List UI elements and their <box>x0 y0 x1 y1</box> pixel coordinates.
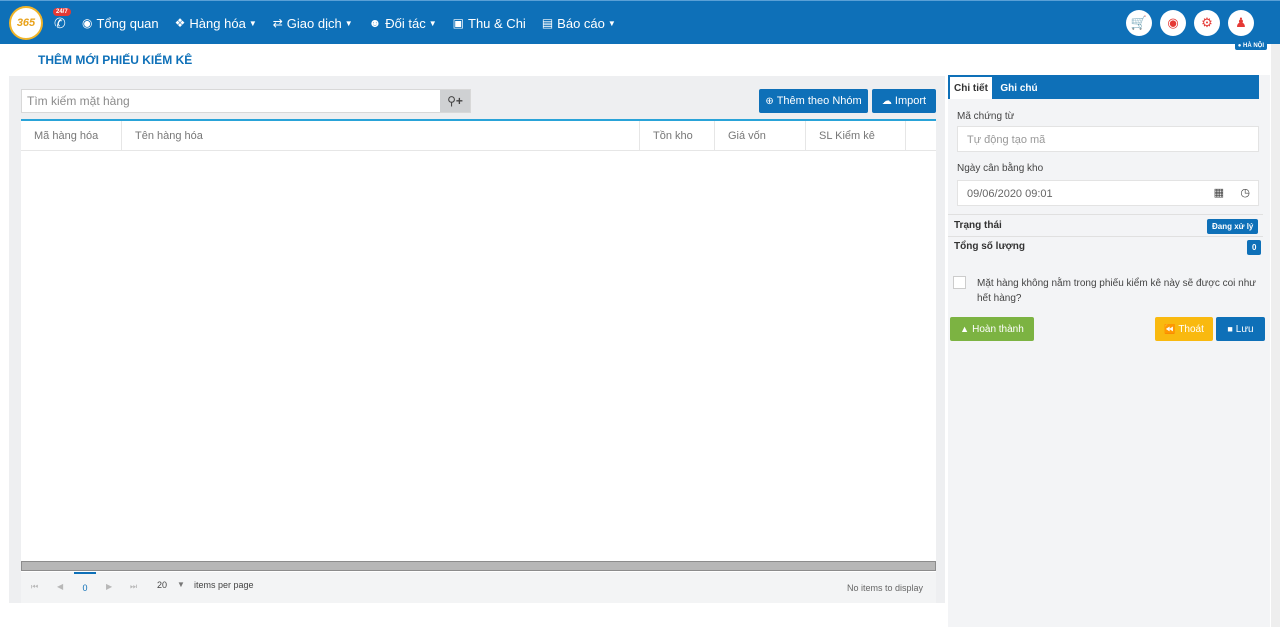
date-field[interactable]: 09/06/2020 09:01 ▦ ◷ <box>957 180 1259 206</box>
empty-text: No items to display <box>846 583 923 593</box>
clock-icon[interactable]: ◷ <box>1240 186 1250 199</box>
date-value: 09/06/2020 09:01 <box>967 188 1053 200</box>
save-label: Lưu <box>1235 323 1254 335</box>
logo-text: 365 <box>16 17 36 29</box>
nav-bao-cao[interactable]: ▤ Báo cáo ▼ <box>542 16 616 31</box>
cubes-icon: ❖ <box>174 16 186 30</box>
hotline-badge: 24/7 <box>53 8 71 16</box>
save-icon: ■ <box>1227 324 1233 334</box>
dashboard-icon: ◉ <box>82 16 93 30</box>
nav-label: Báo cáo <box>557 15 605 31</box>
divider <box>948 236 1263 237</box>
page-title: THÊM MỚI PHIẾU KIỂM KÊ <box>38 53 193 67</box>
navbar-actions: 🛒 ◉ ⚙ ♟ <box>1118 10 1254 36</box>
complete-button[interactable]: ▲ Hoàn thành <box>950 317 1034 341</box>
plus-icon: + <box>455 94 463 108</box>
main-nav: ◉ Tổng quan ❖ Hàng hóa ▼ ⇄ Giao dịch ▼ ☻… <box>82 1 632 45</box>
per-page-label: items per page <box>194 580 254 590</box>
nav-hang-hoa[interactable]: ❖ Hàng hóa ▼ <box>175 16 257 31</box>
caret-down-icon: ▼ <box>344 18 353 28</box>
items-panel: ⚲+ ⊕ Thêm theo Nhóm ☁ Import Mã hàng hóa… <box>9 76 945 603</box>
search-add-button[interactable]: ⚲ + <box>440 90 470 112</box>
save-button[interactable]: ■ Lưu <box>1216 317 1265 341</box>
caret-down-icon: ▼ <box>428 18 437 28</box>
status-label: Trạng thái <box>954 220 1002 231</box>
region-label: HÀ NỘI <box>1243 43 1264 49</box>
caret-down-icon: ▼ <box>607 18 616 28</box>
location-pin-icon[interactable]: ◉ <box>1160 10 1186 36</box>
tab-chi-tiet[interactable]: Chi tiết <box>950 77 992 99</box>
doc-code-field[interactable]: Tự động tạo mã <box>957 126 1259 152</box>
total-qty-label: Tổng số lượng <box>954 241 1026 252</box>
phone-icon[interactable]: ✆ <box>54 15 66 32</box>
user-icon[interactable]: ♟ <box>1228 10 1254 36</box>
divider <box>948 214 1263 215</box>
exit-button[interactable]: ⏪ Thoát <box>1155 317 1213 341</box>
calendar-icon[interactable]: ▦ <box>1214 186 1224 199</box>
detail-panel: Chi tiết Ghi chú Mã chứng từ Tự động tạo… <box>948 75 1270 627</box>
nav-label: Thu & Chi <box>468 15 526 31</box>
top-navbar: 365 ✆ 24/7 ◉ Tổng quan ❖ Hàng hóa ▼ ⇄ Gi… <box>0 0 1280 44</box>
total-qty-badge: 0 <box>1247 240 1262 255</box>
inventory-grid: Mã hàng hóa Tên hàng hóa Tồn kho Giá vốn… <box>21 119 936 603</box>
nav-thu-chi[interactable]: ▣ Thu & Chi <box>453 16 526 31</box>
nav-tong-quan[interactable]: ◉ Tổng quan <box>82 16 159 31</box>
current-page[interactable]: 0 <box>74 572 96 598</box>
plus-circle-icon: ⊕ <box>765 95 774 107</box>
last-page-icon[interactable]: ⏭ <box>130 582 137 592</box>
product-search: ⚲+ <box>21 89 471 113</box>
page-scrollbar[interactable] <box>1271 44 1280 627</box>
import-label: Import <box>894 95 927 107</box>
users-icon: ☻ <box>368 16 382 30</box>
add-by-group-label: Thêm theo Nhóm <box>776 95 862 107</box>
horizontal-scrollbar[interactable] <box>21 561 936 571</box>
search-icon: ⚲ <box>447 94 456 108</box>
cart-icon[interactable]: 🛒 <box>1126 10 1152 36</box>
nav-label: Đối tác <box>385 15 426 31</box>
caret-down-icon[interactable]: ▼ <box>177 580 185 589</box>
column-header-name[interactable]: Tên hàng hóa <box>122 121 640 150</box>
gear-icon[interactable]: ⚙ <box>1194 10 1220 36</box>
cloud-upload-icon: ☁ <box>881 95 892 107</box>
region-badge[interactable]: ● HÀ NỘI <box>1234 42 1267 50</box>
exit-label: Thoát <box>1178 323 1204 335</box>
status-badge: Đang xử lý <box>1207 219 1259 234</box>
grid-header: Mã hàng hóa Tên hàng hóa Tồn kho Giá vốn… <box>21 121 936 151</box>
nav-label: Hàng hóa <box>189 15 246 31</box>
import-button[interactable]: ☁ Import <box>872 89 936 113</box>
bar-chart-icon: ▤ <box>541 16 554 30</box>
caret-down-icon: ▼ <box>248 18 257 28</box>
app-logo[interactable]: 365 <box>9 6 43 40</box>
page-size-select[interactable]: 20 <box>157 580 167 590</box>
first-page-icon[interactable]: ⏮ <box>31 582 38 592</box>
doc-code-label: Mã chứng từ <box>957 111 1015 122</box>
backward-icon: ⏪ <box>1164 323 1176 334</box>
next-page-icon[interactable]: ▶ <box>106 582 112 591</box>
exchange-icon: ⇄ <box>272 16 283 30</box>
column-header-code[interactable]: Mã hàng hóa <box>21 121 122 150</box>
date-label: Ngày cân bằng kho <box>957 163 1044 174</box>
nav-giao-dich[interactable]: ⇄ Giao dịch ▼ <box>273 16 353 31</box>
column-header-cost[interactable]: Giá vốn <box>715 121 806 150</box>
thumbs-up-icon: ▲ <box>960 324 970 334</box>
detail-tabs: Chi tiết Ghi chú <box>948 75 1259 99</box>
nav-doi-tac[interactable]: ☻ Đối tác ▼ <box>369 16 437 31</box>
column-header-stock[interactable]: Tồn kho <box>640 121 715 150</box>
money-icon: ▣ <box>452 16 465 30</box>
out-of-stock-checkbox[interactable] <box>953 276 966 289</box>
complete-label: Hoàn thành <box>972 323 1024 335</box>
out-of-stock-text: Mặt hàng không nằm trong phiếu kiểm kê n… <box>977 278 1256 304</box>
tab-ghi-chu[interactable]: Ghi chú <box>996 77 1042 99</box>
nav-label: Tổng quan <box>96 15 159 31</box>
column-header-count[interactable]: SL Kiểm kê <box>806 121 906 150</box>
search-input[interactable] <box>22 90 440 112</box>
prev-page-icon[interactable]: ◀ <box>57 582 63 591</box>
grid-pager: ⏮ ◀ 0 ▶ ⏭ 20 ▼ items per page No items t… <box>21 572 936 603</box>
nav-label: Giao dịch <box>286 15 342 31</box>
add-by-group-button[interactable]: ⊕ Thêm theo Nhóm <box>759 89 868 113</box>
